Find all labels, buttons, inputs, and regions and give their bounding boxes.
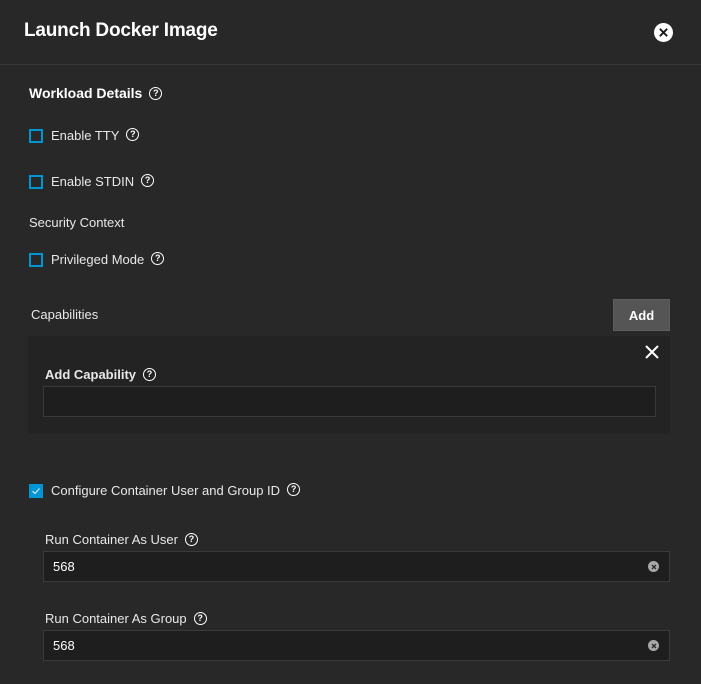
close-button[interactable] <box>654 23 673 42</box>
run-as-group-field <box>43 630 670 661</box>
checkbox-box[interactable] <box>29 174 43 189</box>
enable-tty-label: Enable TTY <box>51 128 120 143</box>
run-as-user-label: Run Container As User? <box>45 532 198 547</box>
checkbox-box[interactable] <box>29 483 43 498</box>
configure-user-group-label: Configure Container User and Group ID <box>51 483 281 498</box>
workload-details-label: Workload Details <box>29 85 143 101</box>
security-context-label: Security Context <box>29 215 125 230</box>
enable-stdin-label: Enable STDIN <box>51 174 135 189</box>
enable-tty-checkbox[interactable]: Enable TTY ? <box>29 128 140 143</box>
add-capability-label-text: Add Capability <box>45 367 137 382</box>
checkbox-box[interactable] <box>29 128 43 143</box>
capabilities-label: Capabilities <box>31 307 99 322</box>
help-circle-icon[interactable]: ? <box>184 533 198 547</box>
run-as-user-field <box>43 551 670 582</box>
privileged-mode-label: Privileged Mode <box>51 252 145 267</box>
close-icon[interactable] <box>644 344 660 360</box>
add-capability-button[interactable]: Add <box>613 299 670 331</box>
help-circle-icon[interactable]: ? <box>143 368 157 382</box>
add-capability-input[interactable] <box>43 386 656 417</box>
help-circle-icon[interactable]: ? <box>149 86 163 100</box>
help-circle-icon[interactable]: ? <box>151 252 165 265</box>
workload-details-heading: Workload Details? <box>29 85 163 101</box>
add-capability-label: Add Capability? <box>45 367 157 382</box>
run-as-group-label-text: Run Container As Group <box>45 611 187 626</box>
close-circle-icon <box>659 28 668 37</box>
dialog-title: Launch Docker Image <box>24 20 218 41</box>
enable-stdin-checkbox[interactable]: Enable STDIN ? <box>29 174 155 189</box>
clear-circle-icon <box>651 564 656 569</box>
dialog-header: Launch Docker Image <box>0 0 701 65</box>
clear-button[interactable] <box>648 640 659 651</box>
clear-circle-icon <box>651 643 656 648</box>
privileged-mode-checkbox[interactable]: Privileged Mode ? <box>29 252 165 267</box>
run-as-user-input[interactable] <box>44 552 624 581</box>
capability-item: Add Capability? <box>28 336 670 434</box>
help-circle-icon[interactable]: ? <box>287 483 301 496</box>
help-circle-icon[interactable]: ? <box>141 174 155 187</box>
clear-button[interactable] <box>648 561 659 572</box>
configure-user-group-checkbox[interactable]: Configure Container User and Group ID ? <box>29 483 301 498</box>
run-as-user-label-text: Run Container As User <box>45 532 178 547</box>
run-as-group-label: Run Container As Group? <box>45 611 207 626</box>
help-circle-icon[interactable]: ? <box>193 612 207 626</box>
checkbox-box[interactable] <box>29 252 43 267</box>
check-icon <box>32 487 40 494</box>
help-circle-icon[interactable]: ? <box>126 128 140 141</box>
run-as-group-input[interactable] <box>44 631 624 660</box>
